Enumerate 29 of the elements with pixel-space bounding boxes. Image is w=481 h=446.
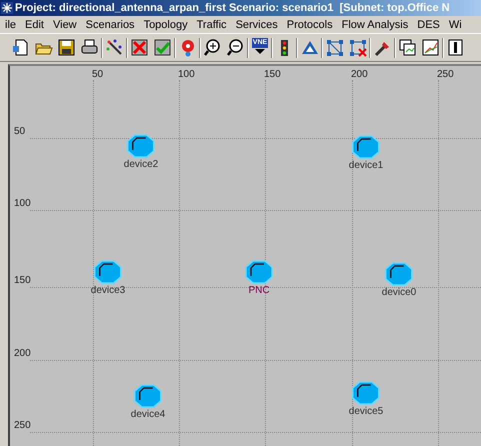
menu-item[interactable]: Topology: [138, 18, 192, 30]
node-label: device3: [90, 285, 126, 296]
node-label: device5: [348, 406, 384, 417]
ruler-label: 200: [351, 69, 368, 80]
menu-item[interactable]: DES: [412, 18, 444, 30]
menu-item[interactable]: Scenarios: [80, 18, 139, 30]
menu-item[interactable]: Edit: [20, 18, 48, 30]
ruler-label: 100: [178, 69, 195, 80]
ruler-label: 250: [437, 69, 454, 80]
menu-item[interactable]: Protocols: [282, 18, 337, 30]
window-title: Project: directional_antenna_arpan_first Scenario: scenario1 [Subnet: top.Office N: [15, 2, 450, 14]
ruler-label: 50: [92, 69, 104, 80]
node-label: PNC: [248, 285, 270, 296]
ruler-label: 150: [264, 69, 281, 80]
menu-item[interactable]: View: [48, 18, 81, 30]
ruler-label: 50: [14, 126, 26, 137]
ruler-label: 250: [14, 420, 31, 431]
menu-item[interactable]: Flow Analysis: [336, 18, 412, 30]
ruler-label: 200: [14, 348, 31, 359]
menu-item[interactable]: Wi: [444, 18, 466, 30]
menu-item[interactable]: ile: [0, 18, 20, 30]
ruler-label: 150: [14, 275, 31, 286]
node-label: device1: [348, 160, 384, 171]
node-label: device2: [124, 159, 158, 170]
ruler-label: 100: [14, 198, 31, 209]
menu-item[interactable]: Services: [230, 18, 282, 30]
node-label: device0: [382, 287, 416, 298]
menu-item[interactable]: Traffic: [192, 18, 231, 30]
node-label: device4: [130, 409, 166, 420]
